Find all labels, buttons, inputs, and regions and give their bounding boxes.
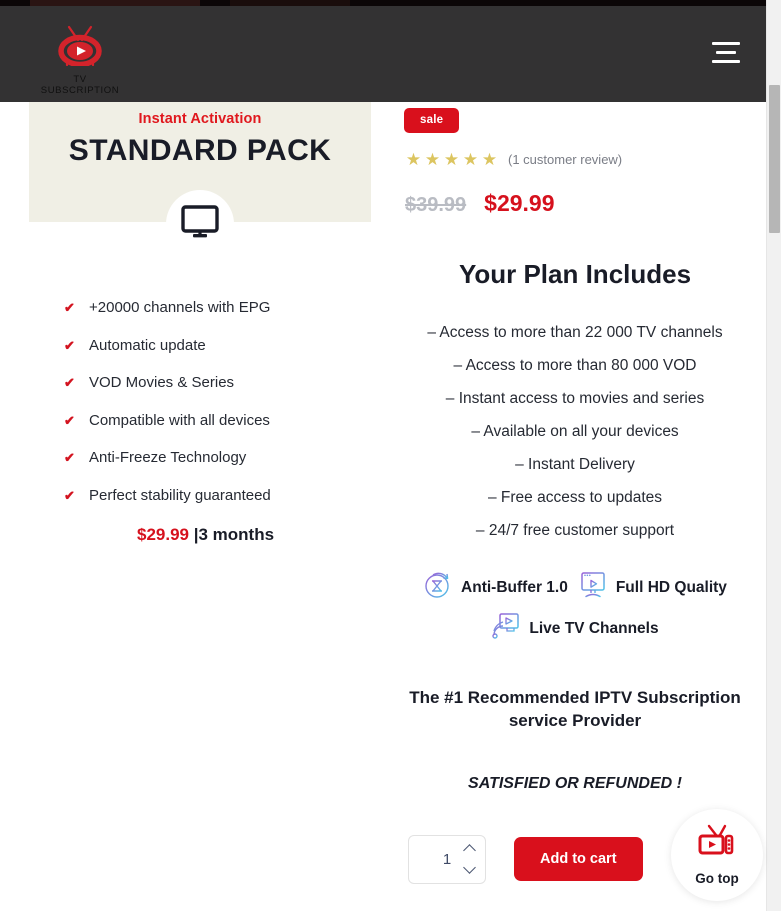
check-icon: ✔ xyxy=(64,450,75,465)
feature-label: Compatible with all devices xyxy=(89,411,270,429)
standard-pack-panel: Instant Activation STANDARD PACK ✔ +20000… xyxy=(29,102,371,545)
site-header: TV SUBSCRIPTION xyxy=(0,6,766,102)
check-icon: ✔ xyxy=(64,337,75,353)
feature-label: VOD Movies & Series xyxy=(89,374,235,391)
chevron-down-icon xyxy=(462,861,476,874)
feature-badge-full-hd: Full HD Quality xyxy=(578,570,727,605)
feature-badges: Anti-Buffer 1.0 Full HD Quality Live TV … xyxy=(400,570,750,646)
review-count-link[interactable]: (1 customer review) xyxy=(508,152,622,167)
old-price: $39.99 xyxy=(405,194,467,216)
star-icon: ★ xyxy=(443,150,460,169)
quantity-decrease-button[interactable] xyxy=(461,861,477,880)
add-to-cart-button[interactable]: Add to cart xyxy=(514,837,643,882)
go-top-label: Go top xyxy=(695,871,739,886)
check-icon: ✔ xyxy=(64,412,75,428)
list-item: – Free access to updates xyxy=(487,489,663,506)
recommend-line-2: service Provider xyxy=(508,711,642,731)
check-icon: ✔ xyxy=(64,375,75,390)
scrollbar-thumb[interactable] xyxy=(769,85,780,233)
star-icon: ★ xyxy=(424,150,441,169)
feature-label: Anti-Freeze Technology xyxy=(89,449,247,466)
feature-badge-live-tv: Live TV Channels xyxy=(491,611,659,646)
feature-badge-anti-buffer: Anti-Buffer 1.0 xyxy=(423,570,568,605)
feature-label: +20000 channels with EPG xyxy=(89,299,271,316)
star-icon: ★ xyxy=(462,150,479,169)
feature-badge-label: Anti-Buffer 1.0 xyxy=(461,578,568,596)
burger-line-1 xyxy=(712,42,740,45)
page-content: Instant Activation STANDARD PACK ✔ +20000… xyxy=(0,102,766,911)
pack-price-period: |3 months xyxy=(193,525,275,544)
list-item: – Instant Delivery xyxy=(515,456,635,473)
broadcast-monitor-icon xyxy=(491,611,521,646)
burger-line-3 xyxy=(712,60,740,63)
quantity-stepper[interactable] xyxy=(408,834,486,884)
satisfied-guarantee-text: SATISFIED OR REFUNDED ! xyxy=(468,774,682,792)
list-item: ✔ Compatible with all devices xyxy=(64,411,371,429)
star-icon: ★ xyxy=(481,150,498,169)
brand-logo-block[interactable]: TV SUBSCRIPTION xyxy=(36,24,124,96)
hourglass-refresh-icon xyxy=(423,570,453,605)
tv-play-logo-icon xyxy=(36,24,124,71)
list-item: – Access to more than 80 000 VOD xyxy=(453,357,697,374)
list-item: ✔ Perfect stability guaranteed xyxy=(64,486,371,504)
star-rating[interactable]: ★ ★ ★ ★ ★ xyxy=(405,151,498,168)
recommend-line-1: The #1 Recommended IPTV Subscription xyxy=(409,688,741,707)
feature-badge-row-2: Live TV Channels xyxy=(400,611,750,646)
feature-badge-label: Full HD Quality xyxy=(615,578,727,596)
pack-price-amount: $29.99 xyxy=(137,525,189,544)
pack-title-label: STANDARD PACK xyxy=(68,134,332,167)
list-item: ✔ +20000 channels with EPG xyxy=(64,299,371,316)
list-item: – Available on all your devices xyxy=(471,423,679,440)
check-icon: ✔ xyxy=(64,487,75,503)
pack-feature-list: ✔ +20000 channels with EPG ✔ Automatic upd… xyxy=(29,300,371,503)
monitor-icon-circle xyxy=(166,190,234,258)
scrollbar[interactable] xyxy=(766,0,781,911)
feature-label: Perfect stability guaranteed xyxy=(89,486,271,504)
list-item: – Instant access to movies and series xyxy=(445,390,705,407)
chevron-up-icon xyxy=(462,844,476,857)
star-icon: ★ xyxy=(405,150,422,169)
check-icon: ✔ xyxy=(64,300,75,315)
product-price-row: $39.99 $29.99 xyxy=(400,190,750,217)
feature-label: Automatic update xyxy=(89,336,206,354)
page-title: Your Plan Includes xyxy=(458,259,692,289)
feature-badge-row-1: Anti-Buffer 1.0 Full HD Quality xyxy=(400,570,750,605)
pack-kicker-label: Instant Activation xyxy=(138,111,262,127)
pack-price-line: $29.99 |3 months xyxy=(29,525,371,545)
list-item: – Access to more than 22 000 TV channels xyxy=(427,324,723,341)
sale-badge-row: sale xyxy=(400,102,750,133)
status-badge: sale xyxy=(404,108,460,133)
quantity-buttons xyxy=(461,843,477,880)
burger-line-2 xyxy=(716,51,736,54)
feature-badge-label: Live TV Channels xyxy=(529,619,659,637)
plan-includes-list: – Access to more than 22 000 TV channels… xyxy=(400,324,750,540)
retro-tv-icon xyxy=(695,824,739,867)
list-item: – 24/7 free customer support xyxy=(475,522,675,539)
recommend-text: The #1 Recommended IPTV Subscription ser… xyxy=(400,686,750,733)
list-item: ✔ VOD Movies & Series xyxy=(64,374,371,391)
monitor-play-icon xyxy=(578,570,608,605)
product-summary-panel: sale ★ ★ ★ ★ ★ (1 customer review) $39.9… xyxy=(400,102,750,884)
go-top-button[interactable]: Go top xyxy=(671,809,763,901)
list-item: ✔ Anti-Freeze Technology xyxy=(64,449,371,466)
list-item: ✔ Automatic update xyxy=(64,336,371,354)
new-price: $29.99 xyxy=(484,190,555,216)
monitor-icon xyxy=(181,204,219,244)
brand-name-label: TV SUBSCRIPTION xyxy=(40,74,120,96)
product-rating[interactable]: ★ ★ ★ ★ ★ (1 customer review) xyxy=(400,151,750,168)
hamburger-menu-icon[interactable] xyxy=(712,42,740,64)
